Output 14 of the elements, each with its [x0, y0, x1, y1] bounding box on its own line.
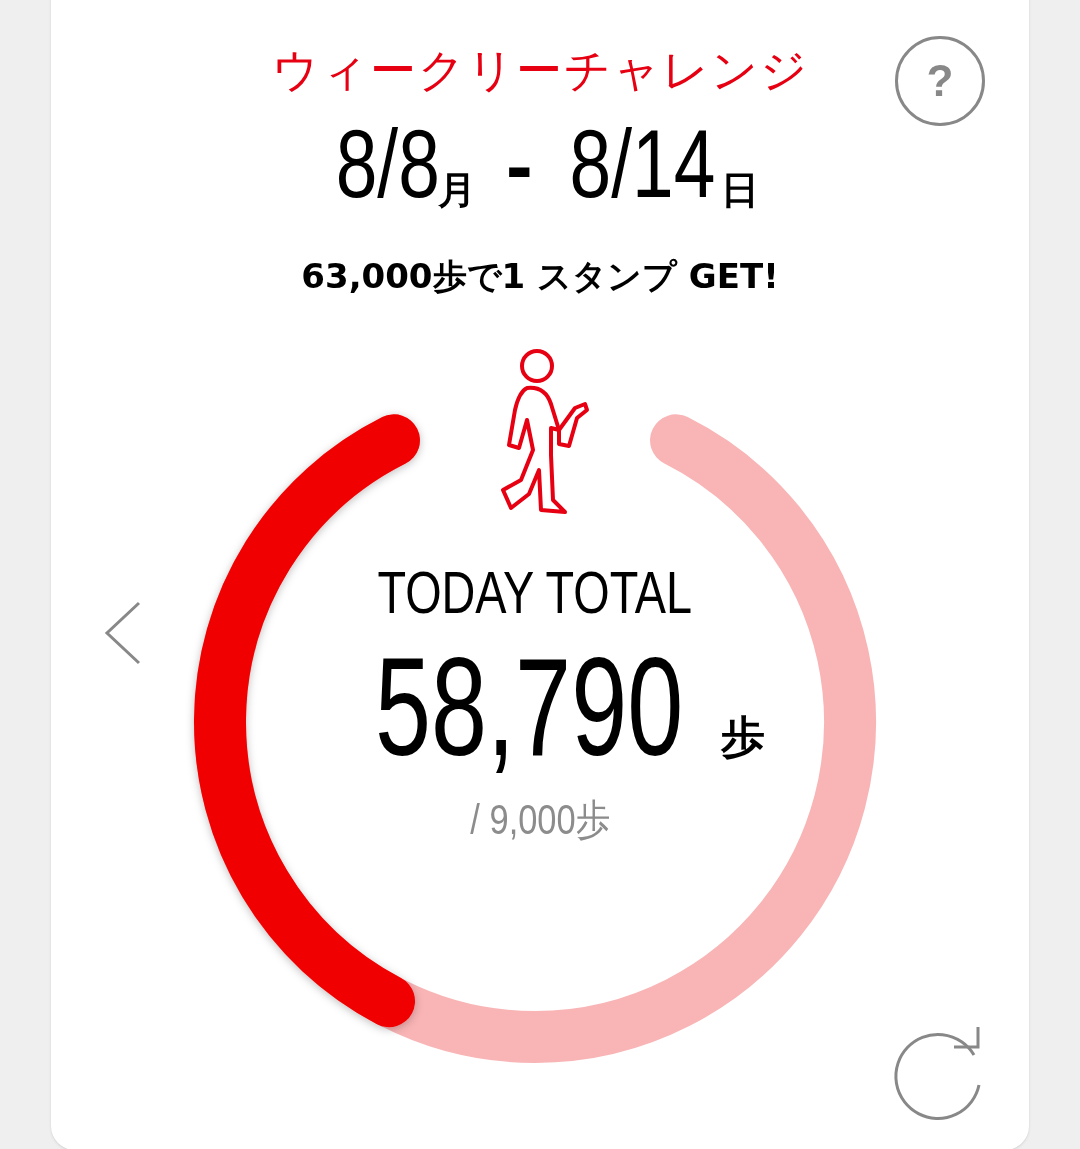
date-separator: - [506, 120, 533, 212]
daily-target: / 9,000歩 [470, 795, 610, 845]
help-button[interactable]: ? [895, 36, 985, 126]
goal-text: 63,000歩で1 スタンプ GET! [301, 255, 779, 298]
challenge-title: ウィークリーチャレンジ [271, 42, 809, 99]
start-date: 8/8 [335, 114, 440, 214]
end-date: 8/14 [569, 114, 715, 214]
today-total-label: TODAY TOTAL [377, 560, 693, 626]
refresh-icon[interactable] [894, 1027, 981, 1120]
steps-unit: 歩 [721, 710, 766, 764]
end-date-unit: 日 [721, 167, 760, 214]
walking-person-icon [501, 349, 589, 514]
start-date-unit: 月 [438, 167, 476, 214]
today-steps: 58,790 [374, 642, 684, 772]
